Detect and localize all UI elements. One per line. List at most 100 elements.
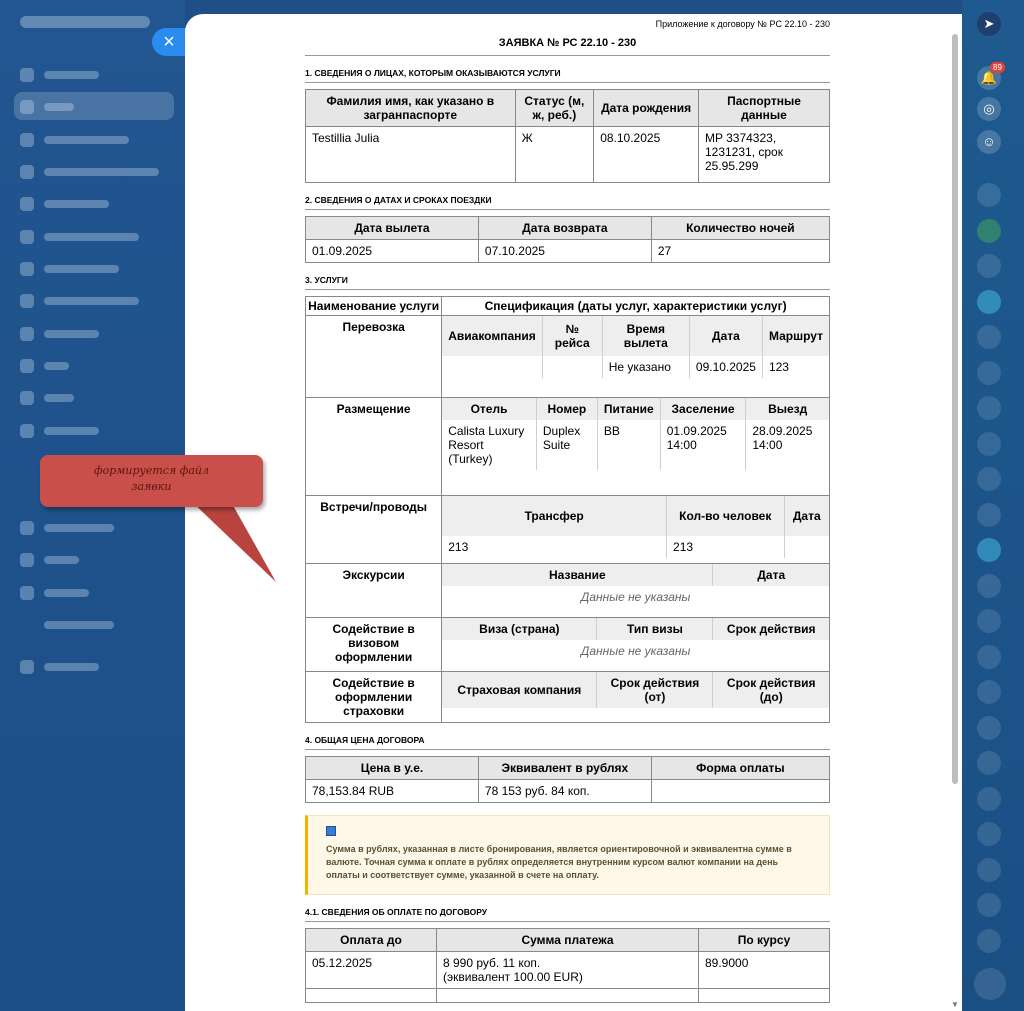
- sidebar-item[interactable]: [20, 618, 114, 632]
- contact-avatar[interactable]: [977, 858, 1001, 882]
- person-birthdate: 08.10.2025: [593, 126, 699, 183]
- sidebar-item[interactable]: [20, 165, 159, 179]
- callout-pointer: [190, 500, 276, 582]
- section-1-title: 1. СВЕДЕНИЯ О ЛИЦАХ, КОТОРЫМ ОКАЗЫВАЮТСЯ…: [305, 68, 830, 83]
- table-header: Кол-во человек: [666, 496, 785, 536]
- hotel-table: Отель Номер Питание Заселение Выезд Cali…: [442, 398, 829, 470]
- sidebar-item[interactable]: [20, 553, 79, 567]
- sidebar-item[interactable]: [20, 359, 69, 373]
- insurance-table: Страховая компания Срок действия (от) Ср…: [442, 672, 829, 708]
- sidebar-item[interactable]: [20, 586, 89, 600]
- contact-avatar[interactable]: [977, 361, 1001, 385]
- empty-state: Данные не указаны: [580, 590, 691, 604]
- contact-avatar[interactable]: [977, 538, 1001, 562]
- contact-avatar[interactable]: [977, 432, 1001, 456]
- contact-avatar[interactable]: [977, 290, 1001, 314]
- check-out: 28.09.2025 14:00: [745, 420, 829, 470]
- payments-table: Оплата до Сумма платежа По курсу 05.12.2…: [305, 928, 830, 1003]
- close-button[interactable]: ×: [152, 28, 186, 56]
- contact-avatar[interactable]: [977, 396, 1001, 420]
- table-header: Фамилия имя, как указано в загранпаспорт…: [305, 89, 516, 127]
- table-header: Время вылета: [601, 316, 690, 356]
- table-header: Страховая компания: [442, 672, 597, 708]
- pay-until: 05.12.2025: [305, 951, 437, 989]
- sidebar-item[interactable]: [20, 197, 109, 211]
- contact-avatar[interactable]: [977, 219, 1001, 243]
- transfer-people: 213: [666, 536, 785, 558]
- callout-line-1: формируется файл: [93, 464, 210, 477]
- table-header: Сумма платежа: [436, 928, 699, 952]
- document-panel: Приложение к договору № PC 22.10 - 230 З…: [185, 14, 962, 1011]
- table-header: Трансфер: [442, 496, 667, 536]
- transport-table: Авиакомпания № рейса Время вылета Дата М…: [442, 316, 829, 378]
- sidebar-item[interactable]: [20, 660, 99, 674]
- contact-avatar[interactable]: [977, 574, 1001, 598]
- flight-date: 09.10.2025: [688, 356, 763, 378]
- table-header: Заселение: [659, 398, 746, 420]
- sidebar-item[interactable]: [20, 133, 129, 147]
- contact-avatar[interactable]: [977, 503, 1001, 527]
- sidebar-item[interactable]: [20, 521, 114, 535]
- table-header: По курсу: [698, 928, 830, 952]
- user-avatar[interactable]: [974, 968, 1006, 1000]
- sidebar-item[interactable]: [20, 230, 139, 244]
- table-header: Маршрут: [761, 316, 829, 356]
- scrollbar-thumb[interactable]: [952, 34, 958, 784]
- contact-avatar[interactable]: [977, 787, 1001, 811]
- table-header: Паспортные данные: [697, 89, 831, 127]
- contact-avatar[interactable]: [977, 254, 1001, 278]
- departure-date: 01.09.2025: [305, 239, 479, 263]
- col-service-name: Наименование услуги: [304, 296, 443, 316]
- transfer-date: [783, 536, 829, 558]
- chat-icon[interactable]: ☺: [977, 130, 1001, 154]
- table-header: Название: [442, 564, 713, 586]
- contact-avatar[interactable]: [977, 467, 1001, 491]
- table-header: Дата: [783, 496, 829, 536]
- contact-avatar[interactable]: [977, 893, 1001, 917]
- contact-avatar[interactable]: [977, 645, 1001, 669]
- info-icon: [326, 826, 336, 836]
- hotel-name: Calista Luxury Resort (Turkey): [448, 424, 525, 466]
- table-header: Дата: [712, 564, 829, 586]
- spiral-icon[interactable]: ◎: [977, 97, 1001, 121]
- person-name: Testillia Julia: [305, 126, 516, 183]
- sidebar-item[interactable]: [20, 424, 99, 438]
- visa-table: Виза (страна) Тип визы Срок действия Дан…: [442, 618, 829, 662]
- sidebar-item[interactable]: [20, 391, 74, 405]
- contact-avatar[interactable]: [977, 609, 1001, 633]
- transfer-table: Трансфер Кол-во человек Дата 213 213: [442, 496, 829, 558]
- col-service-spec: Спецификация (даты услуг, характеристики…: [441, 296, 830, 316]
- service-insurance: Содействие в оформлении страховки: [304, 671, 443, 723]
- sidebar-item[interactable]: [20, 327, 99, 341]
- transfer-name: 213: [448, 540, 469, 554]
- departure-time: Не указано: [601, 356, 690, 378]
- sidebar-item[interactable]: [20, 68, 99, 82]
- table-header: Номер: [535, 398, 598, 420]
- table-header: Выезд: [745, 398, 829, 420]
- person-passport: MP 3374323, 1231231, срок 25.95.299: [697, 126, 831, 183]
- contact-avatar[interactable]: [977, 680, 1001, 704]
- contact-avatar[interactable]: [977, 751, 1001, 775]
- table-header: Дата: [688, 316, 763, 356]
- scroll-down-arrow-icon[interactable]: ▼: [951, 1000, 959, 1009]
- contact-avatar[interactable]: [977, 325, 1001, 349]
- service-transfer: Встречи/проводы: [304, 495, 443, 564]
- dates-table: Дата вылета Дата возврата Количество ноч…: [305, 216, 831, 263]
- price-table: Цена в у.е. Эквивалент в рублях Форма оп…: [305, 756, 831, 803]
- sidebar-item[interactable]: [20, 262, 119, 276]
- airline: [442, 356, 542, 378]
- app-logo-icon[interactable]: ➤: [977, 12, 1001, 36]
- table-header: Количество ночей: [650, 216, 831, 240]
- contact-avatar[interactable]: [977, 716, 1001, 740]
- route: 123: [761, 356, 829, 378]
- service-transport: Перевозка: [304, 315, 443, 398]
- notification-badge: 89: [990, 62, 1005, 73]
- sidebar-item[interactable]: [20, 294, 139, 308]
- callout-line-2: заявки: [131, 480, 172, 493]
- sidebar-item[interactable]: [20, 100, 74, 114]
- contact-avatar[interactable]: [977, 183, 1001, 207]
- table-header: Срок действия: [712, 618, 829, 640]
- contact-avatar[interactable]: [977, 929, 1001, 953]
- contact-avatar[interactable]: [977, 822, 1001, 846]
- table-header: Срок действия (до): [712, 672, 829, 708]
